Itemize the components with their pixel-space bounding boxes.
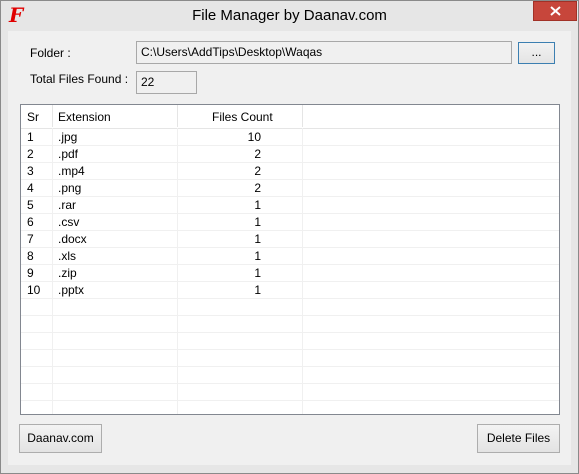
title-bar[interactable]: F File Manager by Daanav.com xyxy=(1,1,578,31)
cell-extension: .png xyxy=(58,181,82,195)
table-row[interactable]: 5 .rar 1 xyxy=(21,196,559,213)
cell-extension: .pptx xyxy=(58,283,85,297)
extension-list-table[interactable]: Sr Extension Files Count 1 .jpg 10 2 .pdf 2 3.… xyxy=(20,104,560,415)
table-row[interactable]: 8 .xls 1 xyxy=(21,247,559,264)
total-files-field: 22 xyxy=(136,71,197,94)
window-title: File Manager by Daanav.com xyxy=(192,7,387,24)
app-window: F File Manager by Daanav.com Folder : C:… xyxy=(0,0,579,474)
table-row[interactable]: 10 .pptx 1 xyxy=(21,281,559,298)
column-header-extension[interactable]: Extension xyxy=(58,110,111,124)
cell-files-count: 1 xyxy=(254,232,261,246)
close-icon xyxy=(550,6,561,16)
grid-line xyxy=(21,349,559,350)
cell-sr: 9 xyxy=(27,266,34,280)
cell-files-count: 2 xyxy=(254,147,261,161)
folder-path-field[interactable]: C:\Users\AddTips\Desktop\Waqas xyxy=(136,41,512,64)
grid-line xyxy=(21,332,559,333)
cell-files-count: 1 xyxy=(254,283,261,297)
browse-button[interactable]: ... xyxy=(518,42,555,64)
cell-sr: 4 xyxy=(27,181,34,195)
cell-files-count: 2 xyxy=(254,181,261,195)
cell-sr: 6 xyxy=(27,215,34,229)
cell-sr: 8 xyxy=(27,249,34,263)
cell-extension: .xls xyxy=(58,249,76,263)
folder-label: Folder : xyxy=(30,46,71,60)
website-button[interactable]: Daanav.com xyxy=(19,424,102,453)
cell-extension: .jpg xyxy=(58,130,78,144)
cell-extension: .rar xyxy=(58,198,76,212)
grid-line xyxy=(21,315,559,316)
table-row[interactable]: 2 .pdf 2 xyxy=(21,145,559,162)
table-row[interactable]: 9 .zip 1 xyxy=(21,264,559,281)
cell-files-count: 1 xyxy=(254,198,261,212)
close-button[interactable] xyxy=(533,1,577,21)
cell-sr: 1 xyxy=(27,130,34,144)
cell-extension: .csv xyxy=(58,215,80,229)
table-row[interactable]: 1 .jpg 10 xyxy=(21,128,559,145)
cell-sr: 3 xyxy=(27,164,34,178)
cell-files-count: 1 xyxy=(254,215,261,229)
grid-line xyxy=(21,400,559,401)
cell-files-count: 10 xyxy=(247,130,261,144)
cell-sr: 5 xyxy=(27,198,34,212)
table-row[interactable]: 4 .png 2 xyxy=(21,179,559,196)
cell-sr: 7 xyxy=(27,232,34,246)
cell-extension: .docx xyxy=(58,232,87,246)
delete-files-button[interactable]: Delete Files xyxy=(477,424,560,453)
cell-files-count: 2 xyxy=(254,164,261,178)
cell-files-count: 1 xyxy=(254,266,261,280)
total-files-label: Total Files Found : xyxy=(30,72,129,86)
cell-extension: .zip xyxy=(58,266,77,280)
cell-extension: .mp4 xyxy=(58,164,85,178)
cell-files-count: 1 xyxy=(254,249,261,263)
cell-extension: .pdf xyxy=(58,147,79,161)
client-area: Folder : C:\Users\AddTips\Desktop\Waqas … xyxy=(8,31,571,465)
grid-line xyxy=(21,383,559,384)
grid-line xyxy=(21,298,559,299)
table-header: Sr Extension Files Count xyxy=(21,105,559,129)
column-header-sr[interactable]: Sr xyxy=(27,110,39,124)
cell-sr: 10 xyxy=(27,283,41,297)
column-header-files-count[interactable]: Files Count xyxy=(212,110,273,124)
table-row[interactable]: 3 .mp4 2 xyxy=(21,162,559,179)
cell-sr: 2 xyxy=(27,147,34,161)
table-row[interactable]: 7 .docx 1 xyxy=(21,230,559,247)
table-row[interactable]: 6 .csv 1 xyxy=(21,213,559,230)
grid-line xyxy=(21,366,559,367)
